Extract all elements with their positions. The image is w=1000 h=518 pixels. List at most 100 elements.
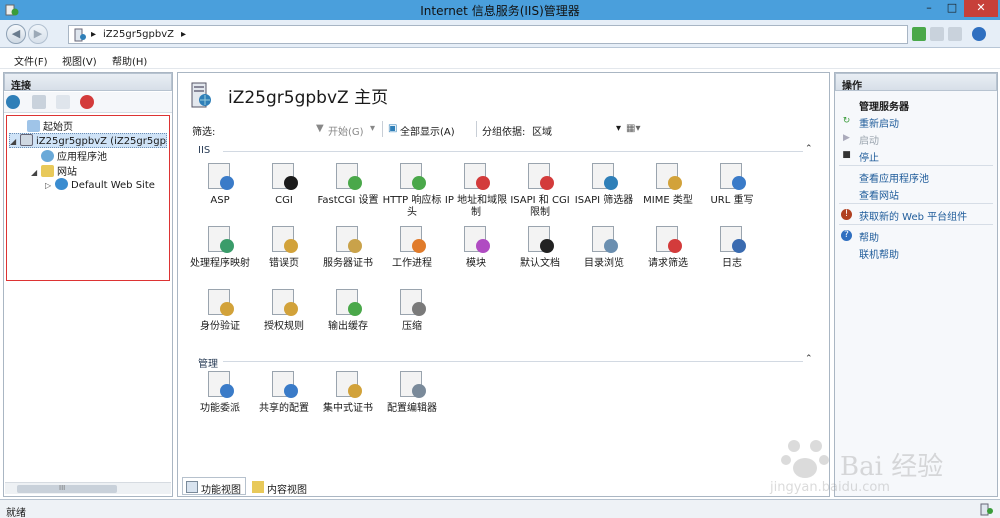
help-icon[interactable]: [972, 27, 986, 41]
maximize-button[interactable]: □: [941, 0, 963, 17]
feature-item[interactable]: 集中式证书: [316, 369, 380, 415]
save-icon[interactable]: [32, 95, 46, 109]
menu-help[interactable]: 帮助(H): [112, 53, 147, 68]
feature-item[interactable]: 日志: [700, 224, 764, 270]
feature-item[interactable]: 身份验证: [188, 287, 252, 333]
feature-item[interactable]: FastCGI 设置: [316, 161, 380, 207]
feature-item[interactable]: ASP: [188, 161, 252, 207]
stop-icon[interactable]: [930, 27, 944, 41]
path-segment-server[interactable]: iZ25gr5gpbvZ: [103, 29, 174, 40]
feature-icon: [205, 369, 235, 399]
features-view-icon: [186, 481, 198, 493]
feature-item[interactable]: 处理程序映射: [188, 224, 252, 270]
feature-item[interactable]: 默认文档: [508, 224, 572, 270]
help-link[interactable]: 帮助: [859, 229, 879, 244]
feature-label: 处理程序映射: [190, 258, 250, 269]
feature-item[interactable]: ISAPI 和 CGI 限制: [508, 161, 572, 219]
group-by-label: 分组依据:: [482, 127, 526, 138]
tree-item-server[interactable]: ◢ iZ25gr5gpbvZ (iZ25gr5gp: [9, 133, 167, 148]
collapse-group-icon[interactable]: ⌃: [805, 354, 813, 364]
refresh-icon[interactable]: [912, 27, 926, 41]
tree-item-start-page[interactable]: 起始页: [17, 118, 73, 133]
minimize-button[interactable]: –: [918, 0, 940, 17]
title-bar: Internet 信息服务(IIS)管理器 – □ ✕: [0, 0, 1000, 20]
feature-item[interactable]: IP 地址和域限制: [444, 161, 508, 219]
feature-icon: [397, 224, 427, 254]
menu-view[interactable]: 视图(V): [62, 53, 97, 68]
feature-item[interactable]: HTTP 响应标头: [380, 161, 444, 219]
feature-item[interactable]: 配置编辑器: [380, 369, 444, 415]
address-path[interactable]: ▸ iZ25gr5gpbvZ ▸: [68, 25, 908, 44]
start-link[interactable]: 启动: [859, 132, 879, 147]
group-by-dropdown-icon[interactable]: ▾: [616, 123, 621, 134]
collapse-group-icon[interactable]: ⌃: [805, 144, 813, 154]
tree-item-app-pools[interactable]: 应用程序池: [31, 148, 107, 163]
show-all-button[interactable]: 全部显示(A): [400, 123, 455, 138]
close-button[interactable]: ✕: [964, 0, 998, 17]
feature-item[interactable]: 目录浏览: [572, 224, 636, 270]
feature-item[interactable]: 模块: [444, 224, 508, 270]
feature-item[interactable]: URL 重写: [700, 161, 764, 207]
feature-icon: [589, 161, 619, 191]
feature-item[interactable]: 授权规则: [252, 287, 316, 333]
up-icon[interactable]: [56, 95, 70, 109]
get-web-platform-link[interactable]: 获取新的 Web 平台组件: [859, 208, 967, 223]
back-button[interactable]: ◀: [6, 24, 26, 44]
feature-label: IP 地址和域限制: [444, 195, 508, 218]
start-page-icon: [27, 120, 40, 132]
tab-features-view[interactable]: 功能视图: [182, 477, 246, 496]
online-help-link[interactable]: 联机帮助: [859, 246, 899, 261]
feature-item[interactable]: 输出缓存: [316, 287, 380, 333]
feature-label: 默认文档: [520, 258, 560, 269]
feature-label: 集中式证书: [323, 403, 373, 414]
feature-item[interactable]: 压缩: [380, 287, 444, 333]
home-icon[interactable]: [948, 27, 962, 41]
start-filter-button[interactable]: 开始(G): [328, 123, 364, 138]
connections-toolbar: [4, 92, 172, 113]
feature-item[interactable]: ISAPI 筛选器: [572, 161, 636, 207]
tree-item-default-site[interactable]: ▷ Default Web Site: [45, 178, 155, 193]
group-by-select[interactable]: 区域: [532, 123, 552, 138]
funnel-icon[interactable]: ▼: [316, 123, 324, 134]
feature-icon: [461, 224, 491, 254]
scroll-thumb[interactable]: [17, 485, 117, 493]
show-all-icon[interactable]: ▣: [388, 123, 397, 134]
horizontal-scrollbar[interactable]: III: [5, 482, 171, 494]
feature-item[interactable]: 错误页: [252, 224, 316, 270]
feature-item[interactable]: 功能委派: [188, 369, 252, 415]
action-divider: [839, 165, 993, 166]
feature-icon: [205, 224, 235, 254]
folder-icon: [41, 165, 54, 177]
dropdown-arrow-icon[interactable]: ▾: [370, 123, 375, 134]
feature-icon: [717, 161, 747, 191]
feature-icon: [589, 224, 619, 254]
view-sites-link[interactable]: 查看网站: [859, 187, 899, 202]
menu-file[interactable]: 文件(F): [14, 53, 48, 68]
feature-item[interactable]: 请求筛选: [636, 224, 700, 270]
tab-content-view[interactable]: 内容视图: [248, 477, 312, 496]
feature-item[interactable]: 共享的配置: [252, 369, 316, 415]
feature-label: 请求筛选: [648, 258, 688, 269]
tree-item-sites[interactable]: ◢ 网站: [31, 163, 77, 178]
feature-icon: [269, 287, 299, 317]
features-panel: iZ25gr5gpbvZ 主页 筛选: ▼ 开始(G) ▾ ▣ 全部显示(A) …: [177, 72, 830, 497]
group-iis-label: IIS: [198, 145, 211, 156]
server-icon: [20, 134, 33, 146]
view-mode-icon[interactable]: ▦▾: [626, 123, 640, 134]
feature-label: 身份验证: [200, 321, 240, 332]
feature-item[interactable]: CGI: [252, 161, 316, 207]
view-app-pools-link[interactable]: 查看应用程序池: [859, 170, 929, 185]
start-icon: ▶: [843, 133, 850, 143]
feature-item[interactable]: 服务器证书: [316, 224, 380, 270]
feature-item[interactable]: 工作进程: [380, 224, 444, 270]
feature-item[interactable]: MIME 类型: [636, 161, 700, 207]
stop-link[interactable]: 停止: [859, 149, 879, 164]
disconnect-icon[interactable]: [80, 95, 94, 109]
connect-icon[interactable]: [6, 95, 20, 109]
forward-button[interactable]: ▶: [28, 24, 48, 44]
feature-icon: [717, 224, 747, 254]
actions-panel: 操作 管理服务器 ↻ 重新启动 ▶ 启动 ■ 停止 查看应用程序池 查看网站 !…: [834, 72, 998, 497]
restart-link[interactable]: 重新启动: [859, 115, 899, 130]
menu-bar: 文件(F) 视图(V) 帮助(H): [0, 49, 1000, 69]
feature-icon: [269, 161, 299, 191]
